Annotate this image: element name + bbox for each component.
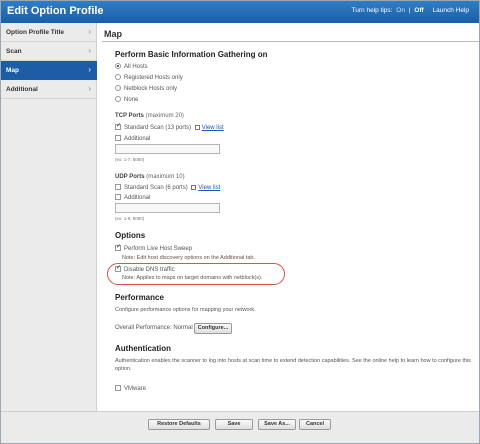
titlebar-help-controls: Turn help tips: On | Off Launch Help [350, 7, 469, 14]
save-button[interactable]: Save [215, 419, 253, 430]
vmware-option[interactable]: VMware [115, 385, 146, 392]
radio-registered-hosts[interactable]: Registered Hosts only [115, 74, 183, 81]
udp-additional[interactable]: Additional [115, 194, 150, 201]
authentication-heading: Authentication [115, 344, 171, 353]
chevron-right-icon: › [88, 65, 91, 74]
save-as-button[interactable]: Save As... [258, 419, 296, 430]
radio-all-hosts[interactable]: All Hosts [115, 63, 148, 70]
radio-netblock-hosts[interactable]: Netblock Hosts only [115, 85, 177, 92]
basic-info-heading: Perform Basic Information Gathering on [115, 50, 268, 59]
checkbox[interactable] [115, 194, 121, 200]
authentication-description: Authentication enables the scanner to lo… [115, 358, 471, 372]
radio-label: Netblock Hosts only [124, 86, 178, 92]
help-tips-separator: | [408, 7, 411, 14]
checkbox-label: Additional [124, 195, 151, 201]
tcp-additional-ports-input[interactable] [115, 144, 220, 154]
tcp-ports-title: TCP Ports [115, 113, 144, 119]
checkbox-label: Standard Scan (13 ports) [124, 125, 192, 131]
udp-view-list-link[interactable]: View list [198, 185, 220, 191]
radio-button[interactable] [115, 74, 121, 80]
sidebar-item-label: Additional [6, 86, 38, 93]
options-heading: Options [115, 231, 146, 240]
overall-performance-label: Overall Performance: Normal [115, 325, 193, 331]
udp-standard-scan[interactable]: Standard Scan (6 ports) View list [115, 184, 220, 191]
sidebar-item-label: Map [6, 67, 19, 74]
footer-toolbar: Restore Defaults Save Save As... Cancel [1, 411, 479, 443]
edit-option-profile-window: Edit Option Profile Turn help tips: On |… [0, 0, 480, 444]
checkbox[interactable] [115, 385, 121, 391]
restore-defaults-button[interactable]: Restore Defaults [148, 419, 210, 430]
cancel-button[interactable]: Cancel [299, 419, 331, 430]
tcp-ports-heading: TCP Ports (maximum 20) [115, 113, 184, 119]
sidebar-item-scan[interactable]: Scan › [1, 42, 97, 61]
tcp-view-list-link[interactable]: View list [202, 125, 224, 131]
udp-additional-ports-input[interactable] [115, 203, 220, 213]
list-icon [194, 125, 200, 130]
radio-button-selected[interactable] [115, 63, 121, 69]
help-tips-on-link[interactable]: On [396, 7, 405, 14]
title-divider [102, 41, 479, 42]
checkbox-label: Additional [124, 136, 151, 142]
sidebar-item-map[interactable]: Map › [1, 61, 97, 80]
sidebar-item-additional[interactable]: Additional › [1, 80, 97, 99]
checkbox-checked[interactable] [115, 243, 121, 251]
checkbox-label: Perform Live Host Sweep [124, 246, 193, 252]
checkbox[interactable] [115, 135, 121, 141]
performance-heading: Performance [115, 293, 164, 302]
help-tips-off-link[interactable]: Off [414, 7, 423, 14]
radio-button[interactable] [115, 85, 121, 91]
titlebar: Edit Option Profile Turn help tips: On |… [1, 1, 479, 23]
radio-label: Registered Hosts only [124, 75, 183, 81]
tcp-standard-scan[interactable]: Standard Scan (13 ports) View list [115, 122, 224, 131]
radio-button[interactable] [115, 96, 121, 102]
checkbox-label: VMware [124, 386, 147, 392]
udp-ports-max: (maximum 10) [146, 174, 185, 180]
list-icon [191, 185, 197, 190]
radio-label: None [124, 97, 139, 103]
configure-button[interactable]: Configure... [194, 323, 232, 334]
launch-help-link[interactable]: Launch Help [433, 7, 470, 14]
checkbox-checked[interactable] [115, 122, 121, 130]
udp-ports-hint: (ex: 1-9, 8080) [115, 216, 145, 221]
checkbox-label: Standard Scan (6 ports) [124, 185, 188, 191]
highlight-ring-annotation [107, 263, 285, 285]
sidebar-item-label: Scan [6, 48, 22, 55]
live-sweep-note: Note: Edit host discovery options on the… [122, 255, 255, 261]
tcp-ports-hint: (ex: 1-7, 8080) [115, 157, 145, 162]
tcp-ports-max: (maximum 20) [145, 113, 184, 119]
udp-ports-title: UDP Ports [115, 174, 145, 180]
radio-none[interactable]: None [115, 96, 138, 103]
radio-label: All Hosts [124, 64, 148, 70]
live-host-sweep[interactable]: Perform Live Host Sweep [115, 243, 193, 252]
udp-ports-heading: UDP Ports (maximum 10) [115, 174, 185, 180]
performance-description: Configure performance options for mappin… [115, 307, 256, 313]
checkbox[interactable] [115, 184, 121, 190]
chevron-right-icon: › [88, 27, 91, 36]
tcp-additional[interactable]: Additional [115, 135, 150, 142]
page-title: Map [104, 29, 122, 39]
sidebar: Option Profile Title › Scan › Map › Addi… [1, 23, 97, 411]
main-content: Map Perform Basic Information Gathering … [98, 23, 479, 411]
window-title: Edit Option Profile [7, 5, 104, 17]
chevron-right-icon: › [88, 84, 91, 93]
chevron-right-icon: › [88, 46, 91, 55]
sidebar-item-option-profile-title[interactable]: Option Profile Title › [1, 23, 97, 42]
help-tips-label: Turn help tips: [351, 7, 393, 14]
sidebar-item-label: Option Profile Title [6, 29, 65, 36]
